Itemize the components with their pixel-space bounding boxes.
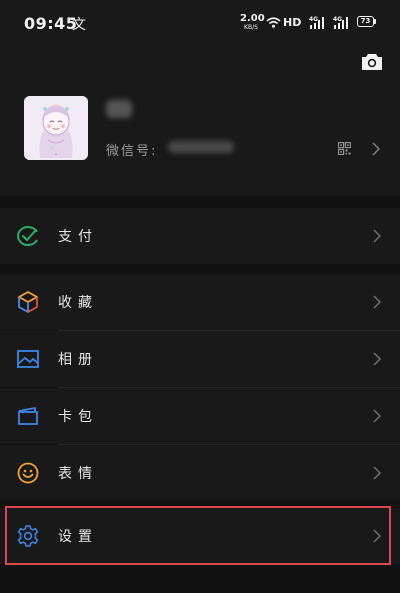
chevron-right-icon	[373, 409, 381, 423]
signal-icon: 4G	[333, 16, 348, 29]
network-speed-value: 2.00	[240, 13, 265, 24]
chevron-right-icon	[373, 229, 381, 243]
chevron-right-icon	[373, 529, 381, 543]
profile-name: ***	[106, 100, 132, 118]
chevron-right-icon	[373, 295, 381, 309]
menu-label: 支付	[58, 229, 98, 245]
avatar[interactable]	[24, 96, 88, 160]
battery-level: 73	[360, 17, 371, 25]
wechat-id-value: ********	[168, 141, 234, 153]
notification-icon: 文	[72, 17, 86, 33]
card-icon	[18, 407, 38, 425]
menu-label: 卡包	[58, 409, 98, 425]
section-gap	[0, 264, 400, 274]
menu-item-pay[interactable]: 支付	[0, 208, 400, 264]
qr-code-icon[interactable]	[338, 142, 351, 155]
menu-item-album[interactable]: 相册	[0, 331, 400, 387]
chevron-right-icon	[373, 466, 381, 480]
signal-icon: 4G	[309, 16, 324, 29]
menu-item-favorites[interactable]: 收藏	[0, 274, 400, 330]
chevron-right-icon	[373, 352, 381, 366]
network-speed: 2.00 KB/S	[240, 13, 265, 31]
menu-label: 相册	[58, 352, 98, 368]
menu-item-cards[interactable]: 卡包	[0, 388, 400, 444]
signal-2-label: 4G	[333, 16, 342, 23]
chevron-right-icon[interactable]	[372, 142, 380, 156]
wechat-me-screen: 09:45 文 2.00 KB/S HD 4G 4G 73 微信号: 支付 收藏…	[0, 0, 400, 593]
cube-icon	[18, 291, 38, 313]
camera-icon[interactable]	[361, 53, 383, 71]
image-icon	[17, 350, 39, 368]
wallet-check-icon	[17, 226, 38, 246]
smiley-icon	[17, 462, 39, 484]
avatar-image	[24, 96, 88, 160]
battery-icon: 73	[357, 16, 374, 27]
profile-header[interactable]: *** 微信号: ********	[0, 46, 400, 196]
wifi-icon	[266, 17, 281, 28]
section-gap	[0, 196, 400, 208]
network-speed-unit: KB/S	[244, 24, 258, 31]
menu-label: 收藏	[58, 295, 98, 311]
hd-label: HD	[283, 16, 302, 29]
status-bar: 09:45 文 2.00 KB/S HD 4G 4G 73	[0, 0, 400, 46]
signal-1-label: 4G	[309, 16, 318, 23]
wechat-id-label: 微信号:	[106, 144, 158, 159]
menu-item-stickers[interactable]: 表情	[0, 445, 400, 501]
menu-label: 表情	[58, 466, 98, 482]
gear-icon	[17, 525, 39, 547]
menu-item-settings[interactable]: 设置	[0, 508, 400, 564]
status-time: 09:45	[24, 14, 78, 33]
battery-tip	[374, 19, 376, 24]
section-gap	[0, 501, 400, 508]
menu-label: 设置	[58, 529, 98, 545]
